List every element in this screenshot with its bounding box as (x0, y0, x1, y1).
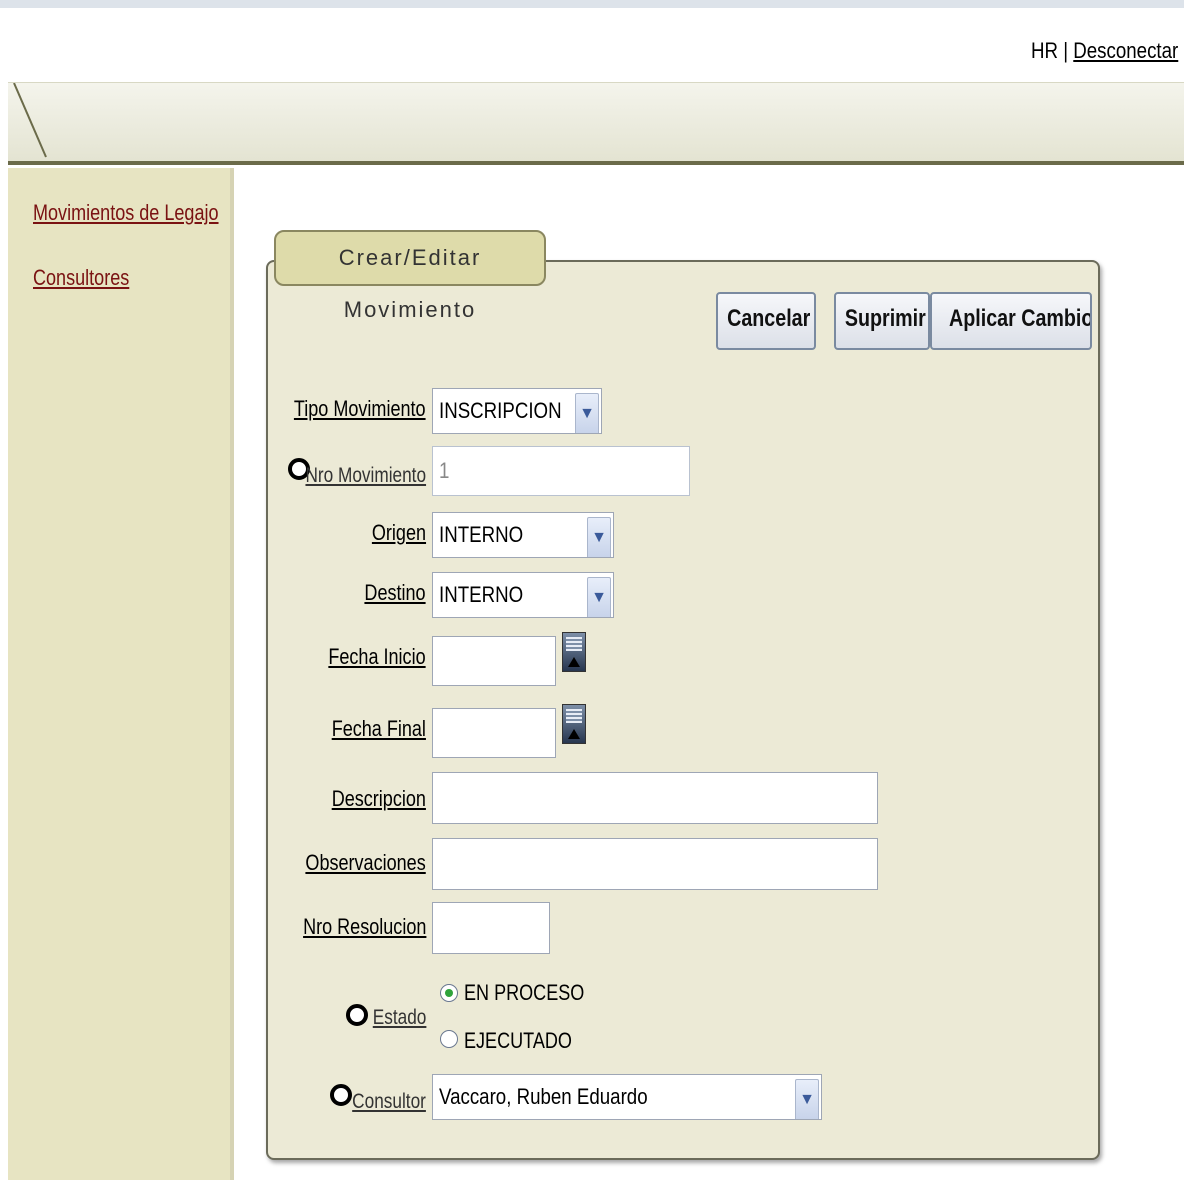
consultor-value: Vaccaro, Ruben Eduardo (439, 1084, 648, 1109)
fecha-inicio-label: Fecha Inicio (328, 644, 426, 669)
descripcion-label: Descripcion (331, 786, 426, 811)
estado-en-proceso-label: EN PROCESO (464, 980, 585, 1005)
apply-changes-button-label: Aplicar Cambios (949, 305, 1092, 332)
sidebar: Movimientos de Legajo Consultores (8, 168, 234, 1180)
observaciones-field[interactable] (432, 838, 878, 890)
panel-title: Crear/Editar Movimiento (274, 230, 546, 322)
sidebar-item-consultores[interactable]: Consultores (33, 265, 129, 291)
delete-button-label: Suprimir (844, 305, 926, 332)
user-area: HR | Desconectar (1031, 38, 1178, 64)
apply-changes-button[interactable]: Aplicar Cambios (930, 292, 1092, 350)
tipo-movimiento-select[interactable]: INSCRIPCION ▼ (432, 388, 602, 434)
sidebar-item-movimientos[interactable]: Movimientos de Legajo (33, 200, 219, 226)
logout-link[interactable]: Desconectar (1073, 38, 1178, 63)
cancel-button[interactable]: Cancelar (716, 292, 816, 350)
chevron-down-icon: ▼ (795, 1079, 819, 1119)
tipo-movimiento-value: INSCRIPCION (439, 398, 562, 423)
estado-ejecutado-radio[interactable] (440, 1030, 458, 1048)
destino-select[interactable]: INTERNO ▼ (432, 572, 614, 618)
calendar-icon[interactable] (562, 704, 586, 744)
nro-movimiento-label: Nro Movimiento (305, 464, 426, 487)
tab-bar (8, 82, 1184, 165)
tab-bar-corner (13, 83, 47, 158)
estado-label: Estado (372, 1006, 426, 1029)
tipo-movimiento-label: Tipo Movimiento (294, 396, 426, 421)
nro-resolucion-label: Nro Resolucion (302, 914, 426, 939)
fecha-final-field[interactable] (432, 708, 556, 758)
fecha-final-label: Fecha Final (331, 716, 426, 741)
chevron-down-icon: ▼ (587, 577, 611, 617)
estado-ejecutado-label: EJECUTADO (464, 1028, 572, 1053)
origen-value: INTERNO (439, 522, 524, 547)
descripcion-field[interactable] (432, 772, 878, 824)
consultor-select[interactable]: Vaccaro, Ruben Eduardo ▼ (432, 1074, 822, 1120)
header: HR | Desconectar (8, 8, 1184, 82)
nro-resolucion-field[interactable] (432, 902, 550, 954)
nro-movimiento-field: 1 (432, 446, 690, 496)
consultor-label: Consultor (352, 1090, 426, 1113)
cancel-button-label: Cancelar (727, 305, 811, 332)
observaciones-label: Observaciones (305, 850, 426, 875)
fecha-inicio-field[interactable] (432, 636, 556, 686)
destino-value: INTERNO (439, 582, 524, 607)
estado-en-proceso-radio[interactable] (440, 984, 458, 1002)
nro-movimiento-value: 1 (439, 458, 450, 483)
origen-label: Origen (371, 520, 426, 545)
user-name: HR (1030, 38, 1058, 63)
user-separator: | (1062, 38, 1068, 63)
chevron-down-icon: ▼ (587, 517, 611, 557)
top-border (0, 0, 1184, 8)
calendar-icon[interactable] (562, 632, 586, 672)
delete-button[interactable]: Suprimir (834, 292, 930, 350)
origen-select[interactable]: INTERNO ▼ (432, 512, 614, 558)
chevron-down-icon: ▼ (575, 393, 599, 433)
required-indicator-icon (330, 1084, 352, 1106)
destino-label: Destino (364, 580, 426, 605)
required-indicator-icon (346, 1004, 368, 1026)
